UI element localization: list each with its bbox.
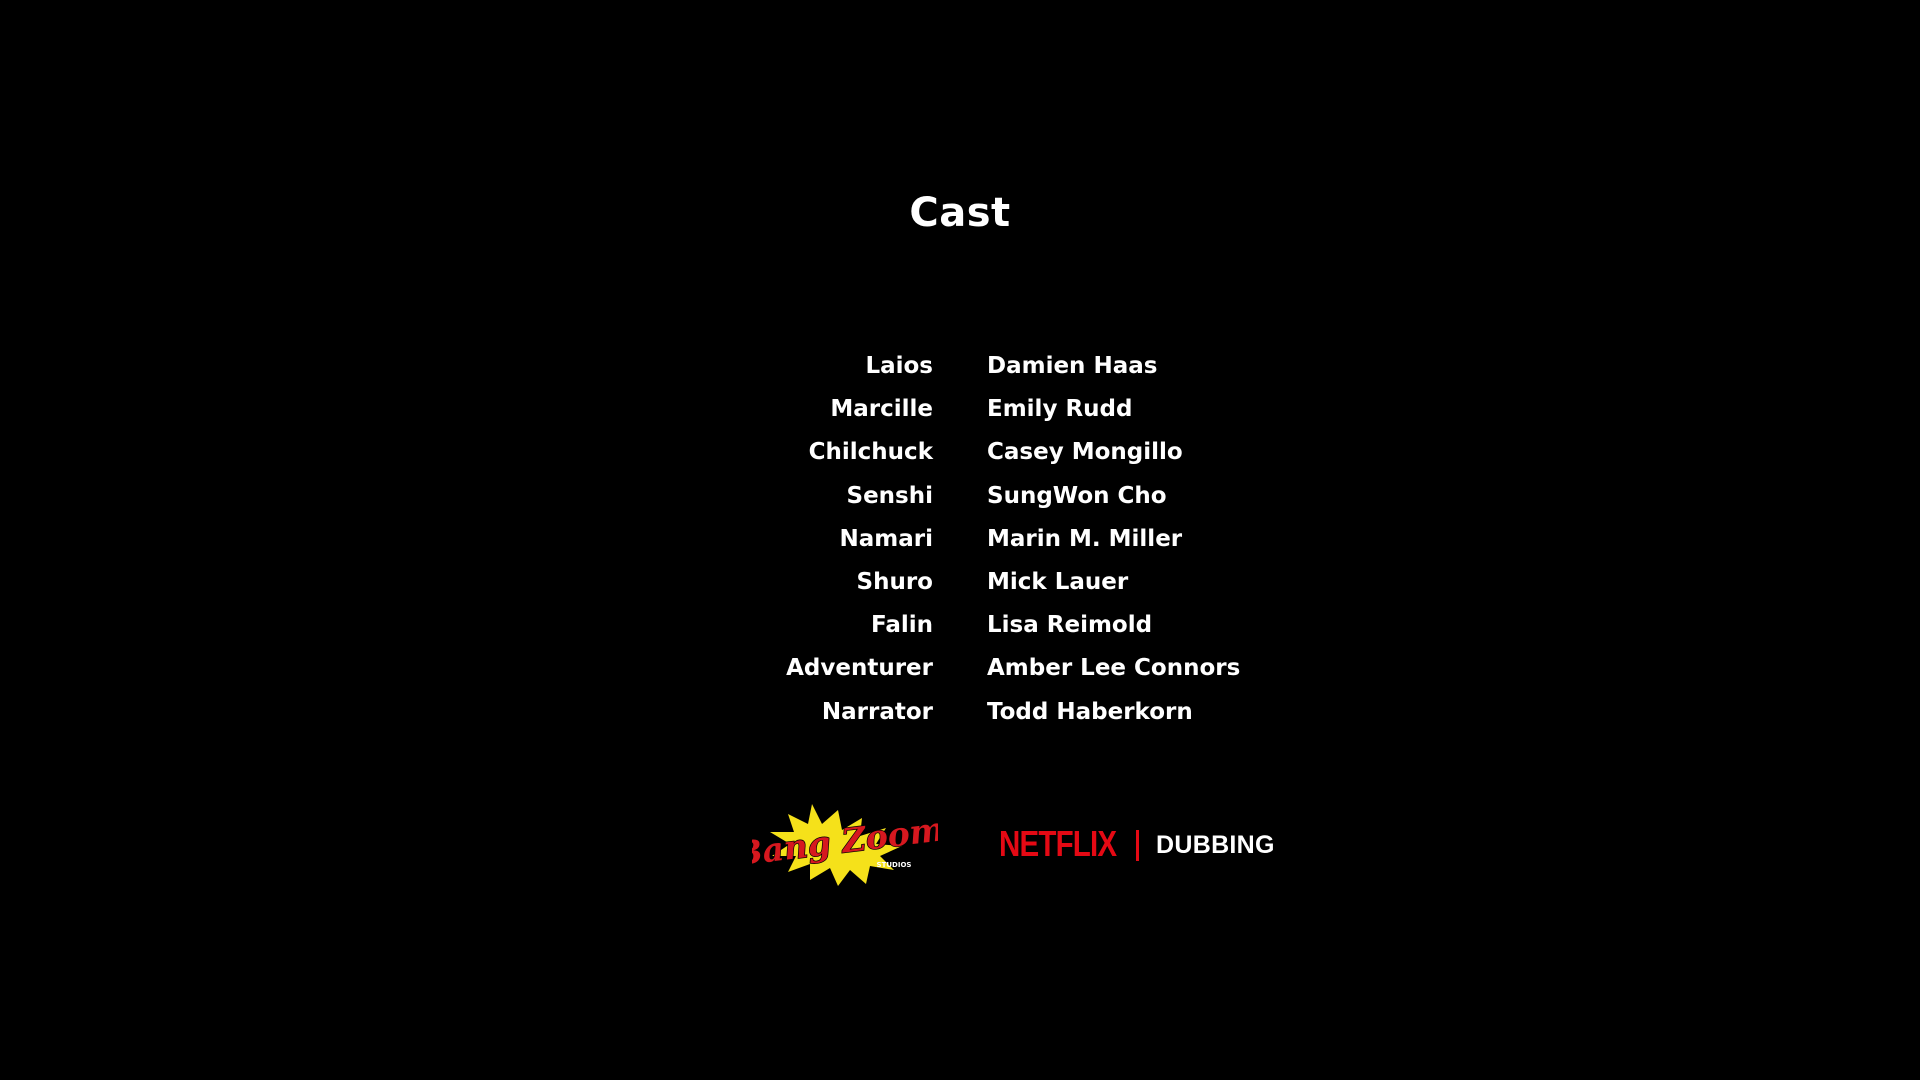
actor-name: Emily Rudd [987, 396, 1133, 423]
cast-row: Shuro Mick Lauer [0, 569, 1920, 612]
actor-name: Casey Mongillo [987, 439, 1183, 466]
end-credits-screen: Cast Laios Damien Haas Marcille Emily Ru… [0, 0, 1920, 1080]
actor-name: Damien Haas [987, 353, 1158, 379]
cast-row: Marcille Emily Rudd [0, 396, 1920, 439]
role-name: Falin [870, 612, 933, 639]
dubbing-label: DUBBING [1156, 831, 1275, 859]
bang-zoom-logo-subtext: STUDIOS [877, 861, 912, 869]
cast-row: Adventurer Amber Lee Connors [0, 655, 1920, 698]
role-name: Marcille [830, 396, 933, 423]
role-name: Namari [839, 525, 933, 552]
bang-zoom-studios-logo: Bang Zoom! STUDIOS [752, 804, 938, 886]
role-name: Adventurer [786, 655, 933, 682]
netflix-logo: NETFLIX [999, 823, 1117, 864]
cast-row: Narrator Todd Haberkorn [0, 699, 1920, 742]
cast-list: Laios Damien Haas Marcille Emily Rudd Ch… [0, 353, 1920, 742]
logo-row: Bang Zoom! STUDIOS NETFLIX DUBBING [0, 800, 1920, 895]
actor-name: SungWon Cho [987, 482, 1167, 509]
cast-row: Senshi SungWon Cho [0, 483, 1920, 526]
cast-row: Namari Marin M. Miller [0, 526, 1920, 569]
role-name: Narrator [821, 698, 933, 725]
role-name: Shuro [856, 568, 933, 595]
actor-name: Mick Lauer [987, 568, 1129, 595]
credits-title: Cast [909, 190, 1011, 236]
actor-name: Marin M. Miller [987, 525, 1183, 552]
role-name: Chilchuck [808, 439, 933, 466]
cast-row: Laios Damien Haas [0, 353, 1920, 396]
actor-name: Todd Haberkorn [987, 698, 1193, 725]
cast-row: Falin Lisa Reimold [0, 612, 1920, 655]
actor-name: Lisa Reimold [987, 612, 1153, 639]
logo-divider [1136, 830, 1139, 861]
cast-row: Chilchuck Casey Mongillo [0, 439, 1920, 482]
actor-name: Amber Lee Connors [987, 655, 1241, 682]
role-name: Senshi [846, 482, 934, 509]
role-name: Laios [865, 353, 933, 379]
